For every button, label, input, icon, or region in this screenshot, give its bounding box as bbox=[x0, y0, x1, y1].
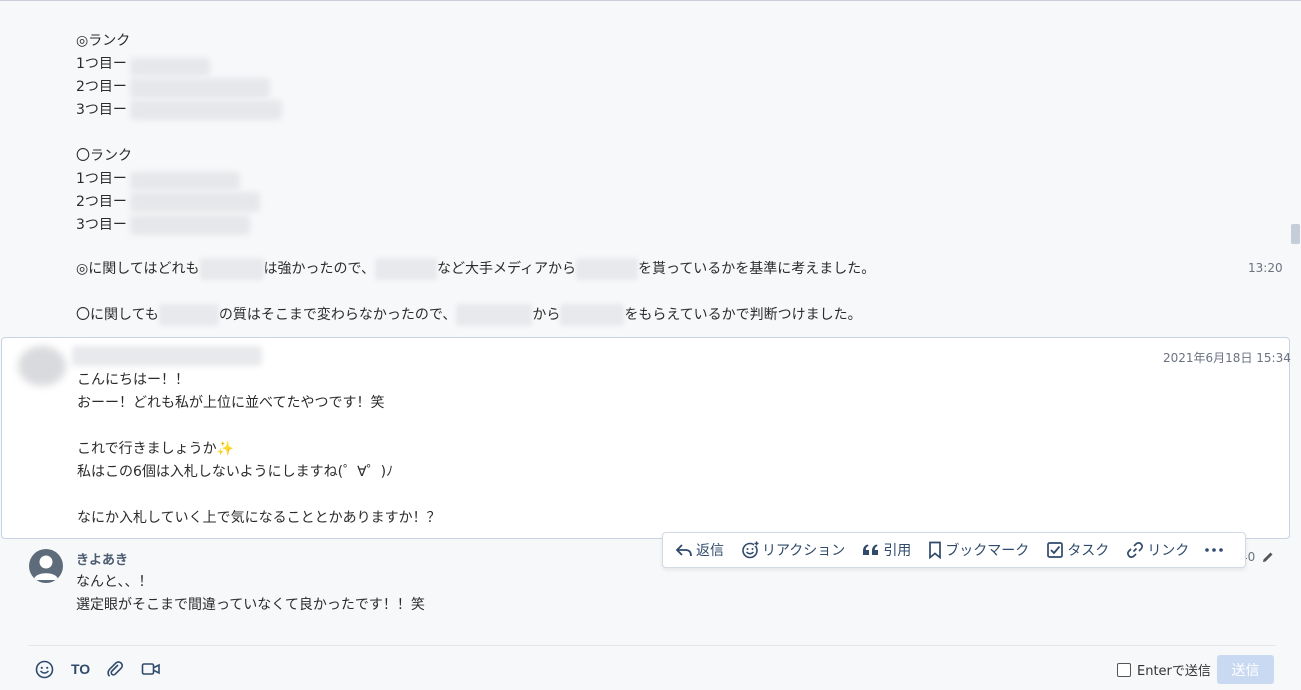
attach-file-button[interactable] bbox=[106, 659, 124, 679]
rank2-item-3: 3つ目ー bbox=[76, 217, 127, 233]
message2-line-2: おーー！どれも私が上位に並べてたやつです！笑 bbox=[77, 395, 385, 411]
pencil-icon[interactable] bbox=[1261, 550, 1275, 564]
redacted-text bbox=[130, 78, 270, 98]
para1-text-4: を貰っているかを基準に考えました。 bbox=[638, 261, 876, 277]
redacted-text bbox=[130, 192, 260, 212]
rank2-item-1: 1つ目ー bbox=[76, 171, 127, 187]
enter-send-checkbox[interactable] bbox=[1117, 662, 1131, 677]
to-button[interactable]: TO bbox=[71, 659, 90, 679]
message1-time: 13:20 bbox=[1248, 261, 1283, 275]
para1-text-2: は強かったので、 bbox=[263, 261, 375, 277]
message1-paragraph-1: ◎に関してはどれも は強かったので、 など大手メディアから を貰っているかを基準に考え… bbox=[76, 257, 875, 281]
bookmark-icon bbox=[929, 541, 942, 559]
redacted-text bbox=[560, 304, 625, 326]
message2-timestamp: 2021年6月18日 15:34 bbox=[1163, 351, 1291, 365]
smile-icon bbox=[35, 660, 54, 678]
para2-text-3: から bbox=[532, 307, 561, 323]
quote-icon bbox=[863, 544, 879, 555]
rank2-item-2: 2つ目ー bbox=[76, 194, 127, 210]
message-action-toolbar: 返信 リアクション 引用 ブックマーク タスク リンク bbox=[662, 532, 1246, 568]
message2-line-5: 私はこの6個は入札しないようにしますね(゜∀゜)ﾉ bbox=[77, 464, 394, 480]
bookmark-button[interactable]: ブックマーク bbox=[928, 532, 1029, 568]
link-icon bbox=[1127, 542, 1144, 558]
message3-line-2: 選定眼がそこまで間違っていなくて良かったです！！笑 bbox=[76, 597, 425, 613]
task-checkbox-icon bbox=[1047, 542, 1064, 558]
rank1-item-1: 1つ目ー bbox=[76, 56, 127, 72]
link-label: リンク bbox=[1147, 543, 1190, 559]
more-dots-icon bbox=[1205, 548, 1224, 552]
video-camera-icon bbox=[141, 663, 160, 675]
message-2-highlighted[interactable]: 2021年6月18日 15:34 こんにちはー！！ おーー！どれも私が上位に並べ… bbox=[1, 337, 1291, 539]
redacted-text bbox=[158, 304, 219, 326]
para1-text-1: ◎に関してはどれも bbox=[76, 261, 200, 277]
sender-name[interactable]: きよあき bbox=[76, 549, 128, 568]
person-icon bbox=[34, 555, 58, 580]
to-label: TO bbox=[71, 661, 91, 677]
message2-line-4: これで行きましょうか✨ bbox=[77, 441, 235, 457]
enter-send-label: Enterで送信 bbox=[1137, 664, 1211, 679]
link-button[interactable]: リンク bbox=[1126, 532, 1189, 568]
top-border bbox=[0, 0, 1301, 1]
video-call-button[interactable] bbox=[141, 659, 161, 679]
redacted-text bbox=[130, 100, 282, 120]
para2-text-4: をもらえているかで判断つけました。 bbox=[624, 307, 862, 323]
redacted-text bbox=[456, 304, 533, 326]
redacted-text bbox=[374, 258, 437, 280]
para2-text-1: 〇に関しても bbox=[76, 307, 159, 323]
redacted-text bbox=[130, 215, 250, 235]
redacted-text bbox=[576, 258, 638, 280]
redacted-sender-name bbox=[72, 346, 262, 366]
enter-to-send-toggle[interactable]: Enterで送信 bbox=[1117, 660, 1211, 679]
quote-button[interactable]: 引用 bbox=[862, 532, 911, 568]
avatar bbox=[18, 346, 66, 386]
task-label: タスク bbox=[1067, 543, 1110, 559]
message2-line-1: こんにちはー！！ bbox=[77, 372, 189, 388]
message2-line-7: なにか入札していく上で気になることとかありますか！？ bbox=[77, 510, 441, 526]
para1-text-3: など大手メディアから bbox=[436, 261, 576, 277]
rank2-header: 〇ランク bbox=[76, 148, 132, 164]
rank1-item-2: 2つ目ー bbox=[76, 79, 127, 95]
send-button[interactable]: 送信 bbox=[1217, 655, 1274, 684]
scrollbar-thumb[interactable] bbox=[1291, 224, 1300, 244]
bookmark-label: ブックマーク bbox=[945, 543, 1030, 559]
rank1-item-3: 3つ目ー bbox=[76, 102, 127, 118]
more-options-button[interactable] bbox=[1204, 532, 1224, 568]
reaction-button[interactable]: リアクション bbox=[741, 532, 845, 568]
composer-divider bbox=[28, 645, 1276, 646]
redacted-text bbox=[130, 172, 240, 190]
reaction-label: リアクション bbox=[762, 543, 846, 559]
emoji-button[interactable] bbox=[35, 659, 54, 679]
paperclip-icon bbox=[107, 661, 123, 677]
redacted-text bbox=[199, 258, 264, 280]
task-button[interactable]: タスク bbox=[1046, 532, 1109, 568]
reply-arrow-icon bbox=[675, 544, 692, 557]
message1-paragraph-2: 〇に関しても の質はそこまで変わらなかったので、 から をもらえているかで判断つけまし… bbox=[76, 303, 862, 327]
message3-line-1: なんと、、！ bbox=[76, 574, 153, 590]
user-avatar[interactable] bbox=[29, 549, 63, 583]
quote-label: 引用 bbox=[883, 543, 912, 559]
smile-plus-icon bbox=[742, 541, 759, 559]
rank1-header: ◎ランク bbox=[76, 33, 131, 49]
redacted-text bbox=[130, 58, 210, 76]
reply-button[interactable]: 返信 bbox=[675, 532, 724, 568]
reply-label: 返信 bbox=[696, 543, 724, 559]
para2-text-2: の質はそこまで変わらなかったので、 bbox=[218, 307, 457, 323]
